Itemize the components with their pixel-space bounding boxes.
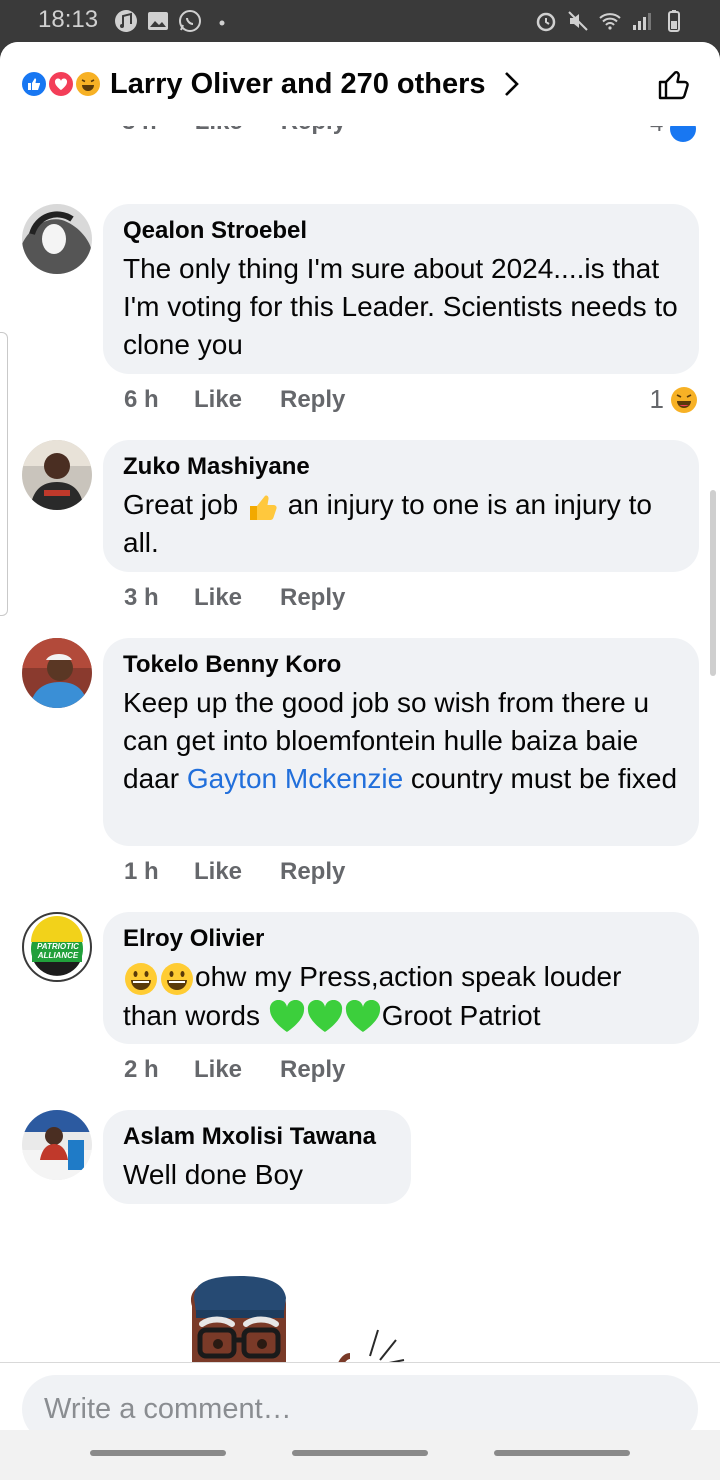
comment-bubble[interactable]: Tokelo Benny Koro Keep up the good job s… [103, 638, 699, 846]
commenter-name[interactable]: Aslam Mxolisi Tawana [123, 1122, 391, 1152]
comment-bubble[interactable]: Zuko Mashiyane Great job an injury to on… [103, 440, 699, 572]
grinning-face-emoji-icon [161, 962, 193, 995]
comment-bubble[interactable]: Qealon Stroebel The only thing I'm sure … [103, 204, 699, 374]
love-reaction-icon [47, 70, 75, 98]
comment-text-part: country must be fixed [403, 763, 678, 794]
thumbs-up-emoji-icon [249, 495, 277, 520]
like-link[interactable]: Like [194, 386, 280, 414]
green-heart-emoji-icon [307, 1000, 342, 1033]
comment-text: Well done Boy [123, 1159, 304, 1190]
scrollbar-thumb[interactable] [710, 490, 716, 676]
avatar-sticker-image[interactable] [170, 1276, 430, 1362]
signal-icon [633, 13, 651, 30]
comment-input[interactable] [44, 1392, 664, 1426]
haha-reaction-icon [74, 70, 102, 98]
back-button[interactable] [494, 1450, 630, 1456]
comment-time: 6 h [124, 386, 159, 413]
avatar[interactable] [22, 638, 92, 708]
comments-sheet: Larry Oliver and 270 others 8 h Like Rep… [0, 42, 720, 1480]
reply-link[interactable]: Reply [280, 386, 370, 414]
comment-text: Keep up the good job so wish from there … [123, 684, 679, 798]
recents-button[interactable] [90, 1450, 226, 1456]
wifi-icon [599, 13, 621, 30]
avatar[interactable] [22, 1110, 92, 1180]
green-heart-emoji-icon [345, 1000, 380, 1033]
green-heart-emoji-icon [269, 1000, 304, 1033]
edge-panel-handle[interactable] [0, 332, 8, 616]
reaction-count: 4 [650, 126, 663, 138]
comment-actions: 1 h Like Reply [124, 858, 370, 886]
commenter-name[interactable]: Elroy Olivier [123, 924, 679, 954]
like-link[interactable]: Like [194, 584, 280, 612]
comment-text-part: Great job [123, 489, 246, 520]
avatar[interactable] [22, 204, 92, 274]
comment-text: The only thing I'm sure about 2024....is… [123, 253, 678, 360]
gallery-notification-icon [148, 12, 168, 30]
reply-link[interactable]: Reply [281, 126, 346, 136]
like-reaction-icon [20, 70, 48, 98]
comment-text: ohw my Press,action speak louder than wo… [123, 958, 679, 1035]
like-reaction-icon [670, 126, 696, 142]
comment-time: 1 h [124, 858, 159, 885]
comment-actions: 2 h Like Reply [124, 1056, 370, 1084]
avatar[interactable] [22, 440, 92, 510]
like-link[interactable]: Like [194, 1056, 280, 1084]
like-outline-icon[interactable] [656, 66, 692, 102]
comment-time: 2 h [124, 1056, 159, 1083]
like-link[interactable]: Like [195, 126, 243, 136]
status-time: 18:13 [38, 6, 99, 33]
reply-link[interactable]: Reply [280, 858, 370, 886]
music-app-icon [115, 10, 137, 32]
dot-icon [219, 20, 225, 26]
comment-text: Great job an injury to one is an injury … [123, 486, 679, 562]
reaction-count: 1 [649, 384, 664, 414]
chevron-right-icon[interactable] [500, 70, 524, 98]
comment-actions: 6 h Like Reply [124, 386, 370, 414]
comment-bubble[interactable]: Aslam Mxolisi Tawana Well done Boy [103, 1110, 411, 1204]
reactions-header[interactable]: Larry Oliver and 270 others [0, 42, 720, 126]
comment-time: 3 h [124, 584, 159, 611]
reply-link[interactable]: Reply [280, 1056, 370, 1084]
alarm-icon [536, 12, 556, 32]
commenter-name[interactable]: Tokelo Benny Koro [123, 650, 679, 680]
comment-bubble[interactable]: Elroy Olivier ohw my Press,action speak … [103, 912, 699, 1044]
system-nav-bar [0, 1430, 720, 1480]
status-left-icons [114, 9, 234, 33]
comment-reactions[interactable]: 1 [650, 384, 698, 415]
commenter-name[interactable]: Zuko Mashiyane [123, 452, 679, 482]
mention-link[interactable]: Gayton Mckenzie [187, 763, 403, 794]
commenter-name[interactable]: Qealon Stroebel [123, 216, 679, 246]
avatar-label: PATRIOTIC ALLIANCE [37, 942, 79, 960]
battery-icon [668, 10, 680, 32]
mute-icon [568, 11, 588, 31]
status-bar: 18:13 [0, 0, 720, 42]
reply-link[interactable]: Reply [280, 584, 370, 612]
whatsapp-icon [179, 10, 201, 32]
reaction-icons [20, 70, 106, 98]
reactions-summary-text[interactable]: Larry Oliver and 270 others [110, 68, 486, 101]
haha-reaction-icon [671, 386, 697, 413]
clipped-comment-meta: 8 h Like Reply [122, 126, 346, 136]
comment-time: 8 h [122, 126, 157, 136]
like-link[interactable]: Like [194, 858, 280, 886]
comments-feed[interactable]: 8 h Like Reply 4 Qealon Stroebel The onl… [0, 126, 720, 1362]
comment-text-part: Groot Patriot [381, 999, 541, 1031]
home-button[interactable] [292, 1450, 428, 1456]
comment-actions: 3 h Like Reply [124, 584, 370, 612]
avatar[interactable]: PATRIOTIC ALLIANCE [22, 912, 92, 982]
grinning-face-emoji-icon [125, 962, 157, 995]
status-right-icons [534, 9, 686, 33]
